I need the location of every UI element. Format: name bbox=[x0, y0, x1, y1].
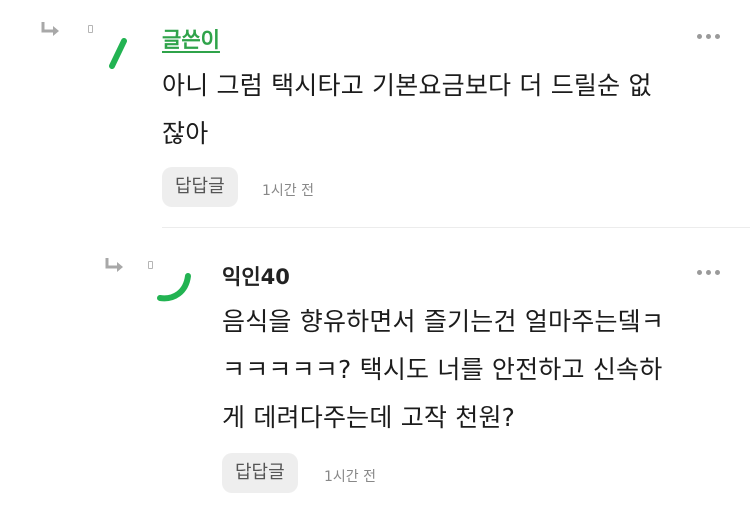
badge-icon bbox=[88, 25, 93, 33]
timestamp: 1시간 전 bbox=[262, 183, 314, 199]
comment-item: 글쓴이 아니 그럼 택시타고 기본요금보다 더 드릴순 없 잖아 답답글 1시간… bbox=[0, 0, 750, 228]
avatar[interactable] bbox=[106, 38, 130, 70]
badge-icon bbox=[148, 261, 153, 269]
comment-body: 음식을 향유하면서 즐기는건 얼마주는뎈ㅋ ㅋㅋㅋㅋㅋ? 택시도 너를 안전하고… bbox=[222, 298, 664, 442]
avatar[interactable] bbox=[152, 270, 196, 306]
author-name[interactable]: 익인40 bbox=[222, 261, 290, 291]
reply-arrow-icon bbox=[104, 258, 126, 274]
comment-line: 잖아 bbox=[162, 119, 209, 148]
author-name[interactable]: 글쓴이 bbox=[162, 24, 220, 54]
reply-button[interactable]: 답답글 bbox=[222, 453, 298, 493]
comment-item: 익인40 음식을 향유하면서 즐기는건 얼마주는뎈ㅋ ㅋㅋㅋㅋㅋ? 택시도 너를… bbox=[0, 228, 750, 511]
timestamp: 1시간 전 bbox=[324, 469, 376, 485]
comment-line: ㅋㅋㅋㅋㅋ? 택시도 너를 안전하고 신속하 bbox=[222, 355, 663, 384]
reply-button[interactable]: 답답글 bbox=[162, 167, 238, 207]
more-options-icon[interactable] bbox=[697, 34, 720, 39]
comment-line: 아니 그럼 택시타고 기본요금보다 더 드릴순 없 bbox=[162, 71, 652, 100]
comment-body: 아니 그럼 택시타고 기본요금보다 더 드릴순 없 잖아 bbox=[162, 62, 652, 158]
comment-line: 음식을 향유하면서 즐기는건 얼마주는뎈ㅋ bbox=[222, 307, 665, 336]
more-options-icon[interactable] bbox=[697, 270, 720, 275]
reply-arrow-icon bbox=[40, 22, 62, 38]
comment-line: 게 데려다주는데 고작 천원? bbox=[222, 403, 516, 432]
